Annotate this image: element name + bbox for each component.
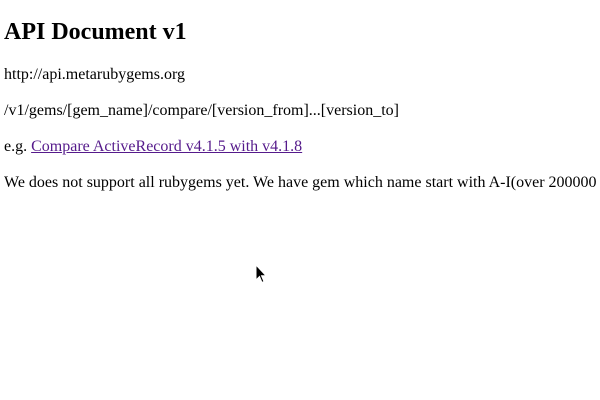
compare-activerecord-link[interactable]: Compare ActiveRecord v4.1.5 with v4.1.8 — [31, 138, 302, 155]
example-line: e.g. Compare ActiveRecord v4.1.5 with v4… — [4, 138, 302, 156]
api-endpoint-text: /v1/gems/[gem_name]/compare/[version_fro… — [4, 102, 399, 119]
document-page: API Document v1 http://api.metarubygems.… — [4, 0, 600, 400]
page-title: API Document v1 — [4, 19, 187, 45]
api-host-text: http://api.metarubygems.org — [4, 66, 186, 83]
example-prefix: e.g. — [4, 138, 28, 155]
mouse-pointer-icon — [255, 264, 267, 284]
support-note-text: We does not support all rubygems yet. We… — [4, 174, 597, 191]
